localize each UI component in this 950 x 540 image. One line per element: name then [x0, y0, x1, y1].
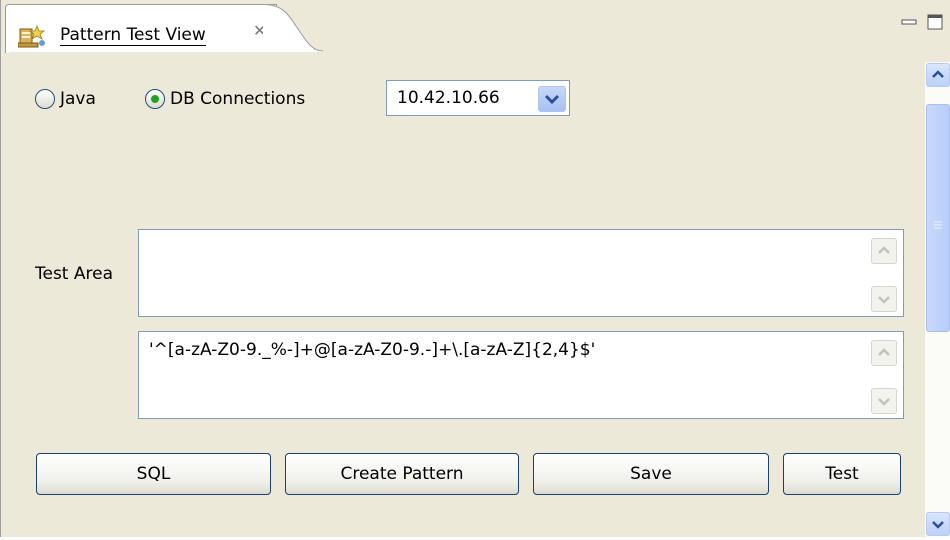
test-button[interactable]: Test: [783, 453, 901, 495]
sql-button[interactable]: SQL: [36, 453, 271, 495]
scrollbar-thumb[interactable]: [926, 104, 950, 332]
radio-selected-dot: [151, 95, 159, 103]
pattern-view-icon: [18, 24, 46, 48]
create-pattern-button[interactable]: Create Pattern: [285, 453, 519, 495]
save-button[interactable]: Save: [533, 453, 769, 495]
scrollbar-down-button[interactable]: [926, 512, 950, 536]
scroll-up-button[interactable]: [871, 238, 897, 264]
scroll-up-button[interactable]: [871, 340, 897, 366]
scrollbar-up-button[interactable]: [926, 63, 950, 87]
pattern-test-view: Pattern Test View ✕ Java DB Connections …: [0, 0, 950, 537]
chevron-up-icon: [932, 70, 944, 78]
pattern-expression-input[interactable]: '^[a-zA-Z0-9._%-]+@[a-zA-Z0-9.-]+\.[a-zA…: [138, 331, 904, 419]
connection-value: 10.42.10.66: [397, 88, 500, 108]
vertical-scrollbar[interactable]: [925, 62, 950, 537]
minimize-icon[interactable]: [899, 12, 921, 32]
java-radio[interactable]: [35, 89, 55, 109]
db-connections-label: DB Connections: [170, 89, 306, 109]
tab-bar: Pattern Test View ✕: [1, 0, 950, 53]
connection-select[interactable]: 10.42.10.66: [386, 80, 570, 116]
chevron-up-icon: [878, 246, 890, 254]
test-area-label: Test Area: [35, 264, 114, 284]
chevron-down-icon: [878, 296, 890, 304]
pattern-expression-text: '^[a-zA-Z0-9._%-]+@[a-zA-Z0-9.-]+\.[a-zA…: [149, 340, 596, 360]
db-connections-radio[interactable]: [145, 89, 165, 109]
java-label: Java: [60, 89, 96, 109]
test-area-input[interactable]: [138, 229, 904, 317]
tab-pattern-test-view[interactable]: Pattern Test View ✕: [5, 4, 277, 53]
scroll-down-button[interactable]: [871, 286, 897, 312]
grip-icon: [934, 221, 942, 229]
chevron-down-icon: [544, 94, 560, 105]
chevron-down-icon: [932, 521, 944, 529]
scroll-down-button[interactable]: [871, 388, 897, 414]
tab-edge: [263, 4, 323, 52]
maximize-icon[interactable]: [925, 12, 947, 32]
tab-title: Pattern Test View: [60, 25, 206, 46]
chevron-down-icon: [878, 398, 890, 406]
dropdown-button[interactable]: [538, 86, 566, 112]
chevron-up-icon: [878, 348, 890, 356]
